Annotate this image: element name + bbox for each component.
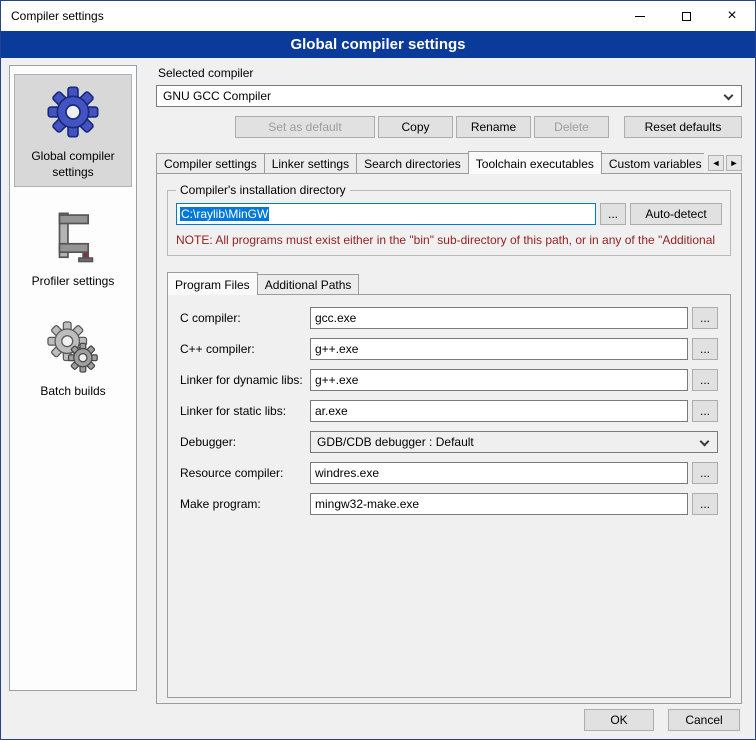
main-tab-bar: Compiler settings Linker settings Search… <box>156 151 742 174</box>
category-list: Global compiler settings Profiler settin… <box>9 65 137 691</box>
selected-compiler-value: GNU GCC Compiler <box>163 89 271 103</box>
form-row: Debugger: GDB/CDB debugger : Default <box>180 431 718 453</box>
form-row: Linker for dynamic libs: ... <box>180 369 718 391</box>
subtab-program-files[interactable]: Program Files <box>167 272 258 295</box>
chevron-down-icon <box>700 437 710 447</box>
sidebar-item-label: Batch builds <box>40 384 105 400</box>
field-label: Linker for static libs: <box>180 404 310 418</box>
toolchain-executables-panel: Compiler's installation directory C:\ray… <box>156 173 742 704</box>
profiler-clamp-icon <box>44 208 102 266</box>
form-row: Make program: ... <box>180 493 718 515</box>
field-label: C compiler: <box>180 311 310 325</box>
program-tabs: Program Files Additional Paths <box>167 272 359 295</box>
subtab-additional-paths[interactable]: Additional Paths <box>257 274 360 295</box>
set-as-default-button[interactable]: Set as default <box>235 116 375 138</box>
resource-compiler-input[interactable] <box>310 462 688 484</box>
titlebar: Compiler settings × <box>1 1 755 31</box>
close-icon: × <box>727 8 736 24</box>
installation-directory-value: C:\raylib\MinGW <box>180 207 269 221</box>
sidebar-item-label: Profiler settings <box>32 274 115 290</box>
rename-button[interactable]: Rename <box>456 116 531 138</box>
field-label: C++ compiler: <box>180 342 310 356</box>
close-button[interactable]: × <box>709 1 755 31</box>
program-tabs-bar: Program Files Additional Paths <box>167 272 731 295</box>
field-label: Debugger: <box>180 435 310 449</box>
window-title: Compiler settings <box>1 1 617 31</box>
installation-directory-row: C:\raylib\MinGW ... Auto-detect <box>176 203 722 225</box>
delete-button[interactable]: Delete <box>534 116 609 138</box>
tab-toolchain-executables[interactable]: Toolchain executables <box>468 151 602 174</box>
form-row: C++ compiler: ... <box>180 338 718 360</box>
auto-detect-button[interactable]: Auto-detect <box>630 203 722 225</box>
form-row: C compiler: ... <box>180 307 718 329</box>
gear-icon <box>44 83 102 141</box>
static-linker-input[interactable] <box>310 400 688 422</box>
maximize-icon <box>682 12 691 21</box>
chevron-down-icon <box>724 91 734 101</box>
tab-linker-settings[interactable]: Linker settings <box>264 153 357 174</box>
compiler-settings-window: Compiler settings × Global compiler sett… <box>0 0 756 740</box>
dialog-header: Global compiler settings <box>1 31 755 58</box>
note-text: NOTE: All programs must exist either in … <box>176 233 722 247</box>
tab-scroll-buttons: ◄ ► <box>708 155 742 171</box>
batch-builds-gears-icon <box>44 318 102 376</box>
ok-button[interactable]: OK <box>584 709 654 731</box>
field-label: Make program: <box>180 497 310 511</box>
minimize-icon <box>635 16 645 17</box>
program-files-panel: C compiler: ... C++ compiler: ... Linker… <box>167 294 731 698</box>
tab-custom-variables[interactable]: Custom variables <box>601 153 704 174</box>
cpp-compiler-input[interactable] <box>310 338 688 360</box>
browse-button[interactable]: ... <box>692 462 718 484</box>
browse-button[interactable]: ... <box>692 369 718 391</box>
form-row: Resource compiler: ... <box>180 462 718 484</box>
sidebar-item-profiler-settings[interactable]: Profiler settings <box>14 199 132 297</box>
installation-directory-group-title: Compiler's installation directory <box>176 183 350 197</box>
minimize-button[interactable] <box>617 1 663 31</box>
main-content: Selected compiler GNU GCC Compiler Set a… <box>156 63 742 704</box>
browse-button[interactable]: ... <box>692 338 718 360</box>
tab-scroll-left-button[interactable]: ◄ <box>708 155 724 171</box>
field-label: Resource compiler: <box>180 466 310 480</box>
tab-compiler-settings[interactable]: Compiler settings <box>156 153 265 174</box>
installation-directory-group: Compiler's installation directory C:\ray… <box>167 190 731 256</box>
dynamic-linker-input[interactable] <box>310 369 688 391</box>
dialog-footer: OK Cancel <box>584 709 740 731</box>
browse-button[interactable]: ... <box>692 400 718 422</box>
sidebar-item-global-compiler-settings[interactable]: Global compiler settings <box>14 74 132 187</box>
debugger-value: GDB/CDB debugger : Default <box>317 435 474 449</box>
maximize-button[interactable] <box>663 1 709 31</box>
tab-scroll-right-button[interactable]: ► <box>726 155 742 171</box>
selected-compiler-dropdown[interactable]: GNU GCC Compiler <box>156 85 742 107</box>
field-label: Linker for dynamic libs: <box>180 373 310 387</box>
sidebar-item-batch-builds[interactable]: Batch builds <box>14 309 132 407</box>
copy-button[interactable]: Copy <box>378 116 453 138</box>
make-program-input[interactable] <box>310 493 688 515</box>
browse-button[interactable]: ... <box>692 307 718 329</box>
browse-button[interactable]: ... <box>692 493 718 515</box>
browse-directory-button[interactable]: ... <box>600 203 626 225</box>
debugger-select[interactable]: GDB/CDB debugger : Default <box>310 431 718 453</box>
sidebar-item-label: Global compiler settings <box>17 149 129 180</box>
reset-defaults-button[interactable]: Reset defaults <box>624 116 742 138</box>
tab-search-directories[interactable]: Search directories <box>356 153 469 174</box>
compiler-actions: Set as default Copy Rename Delete Reset … <box>156 116 742 138</box>
main-tabs: Compiler settings Linker settings Search… <box>156 151 704 174</box>
installation-directory-input[interactable]: C:\raylib\MinGW <box>176 203 596 225</box>
cancel-button[interactable]: Cancel <box>668 709 740 731</box>
selected-compiler-label: Selected compiler <box>158 66 742 80</box>
c-compiler-input[interactable] <box>310 307 688 329</box>
form-row: Linker for static libs: ... <box>180 400 718 422</box>
